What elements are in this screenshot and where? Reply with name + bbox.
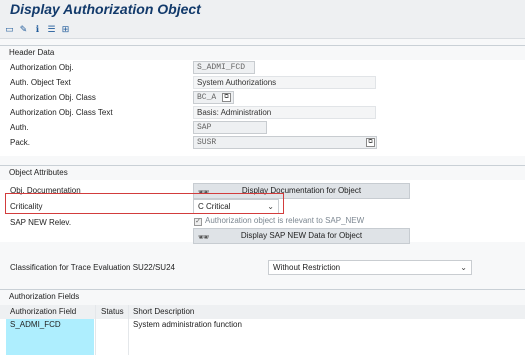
list-icon[interactable]: ☰: [46, 24, 57, 35]
toolbar: ▭ ✎ ℹ ☰ ⊞: [0, 20, 525, 39]
display-sap-new-button[interactable]: 🕶 Display SAP NEW Data for Object: [193, 228, 410, 244]
criticality-highlight: [5, 193, 284, 214]
col-short-description[interactable]: Short Description: [133, 305, 194, 319]
object-attributes-section: Object Attributes Obj. Documentation 🕶 D…: [0, 165, 525, 285]
section-title-object-attributes: Object Attributes: [9, 168, 68, 177]
pack-field[interactable]: SUSR: [193, 136, 377, 149]
trace-label: Classification for Trace Evaluation SU22…: [10, 263, 175, 272]
chevron-down-icon-2: ⌄: [460, 263, 467, 272]
header-data-body: Authorization Obj. S_ADMI_FCD Auth. Obje…: [0, 60, 525, 156]
class-value: BC_A: [197, 93, 217, 102]
sap-new-checkbox[interactable]: ✓: [194, 218, 202, 226]
tree-icon[interactable]: ⊞: [60, 24, 71, 35]
sap-new-label: SAP NEW Relev.: [10, 218, 72, 227]
table-row[interactable]: S_ADMI_FCD System administration functio…: [0, 319, 525, 332]
auth-obj-field[interactable]: S_ADMI_FCD: [193, 61, 255, 74]
pack-value: SUSR: [197, 138, 217, 147]
row-description: System administration function: [133, 320, 242, 329]
pack-details-icon[interactable]: ⧉: [366, 138, 375, 147]
title-bar: Display Authorization Object: [0, 0, 525, 20]
header-data-section: Header Data Authorization Obj. S_ADMI_FC…: [0, 45, 525, 156]
col-status[interactable]: Status: [101, 305, 124, 319]
class-text-field[interactable]: Basis: Administration: [193, 106, 376, 119]
pack-label: Pack.: [10, 138, 31, 147]
edit-icon[interactable]: ✎: [18, 24, 29, 35]
trace-value: Without Restriction: [273, 263, 341, 272]
auth-obj-text-field[interactable]: System Authorizations: [193, 76, 376, 89]
display-icon[interactable]: ▭: [4, 24, 15, 35]
section-title-auth-fields: Authorization Fields: [9, 292, 80, 301]
auth-obj-label: Authorization Obj.: [10, 63, 74, 72]
class-text-label: Authorization Obj. Class Text: [10, 108, 113, 117]
col-auth-field[interactable]: Authorization Field: [10, 305, 76, 319]
auth-obj-text-label: Auth. Object Text: [10, 78, 71, 87]
row-auth-field: S_ADMI_FCD: [10, 320, 61, 329]
class-details-icon[interactable]: ⧉: [222, 93, 231, 102]
display-sap-new-label: Display SAP NEW Data for Object: [240, 231, 363, 240]
info-icon[interactable]: ℹ: [32, 24, 43, 35]
auth-field[interactable]: SAP: [193, 121, 267, 134]
auth-fields-header: [0, 305, 525, 319]
class-label: Authorization Obj. Class: [10, 93, 96, 102]
auth-label: Auth.: [10, 123, 29, 132]
sap-new-checkbox-text: Authorization object is relevant to SAP_…: [205, 216, 365, 225]
page-title: Display Authorization Object: [10, 1, 201, 17]
glasses-icon-2: 🕶: [198, 232, 210, 242]
section-title-header-data: Header Data: [9, 48, 55, 57]
trace-classification-select[interactable]: Without Restriction ⌄: [268, 260, 472, 275]
